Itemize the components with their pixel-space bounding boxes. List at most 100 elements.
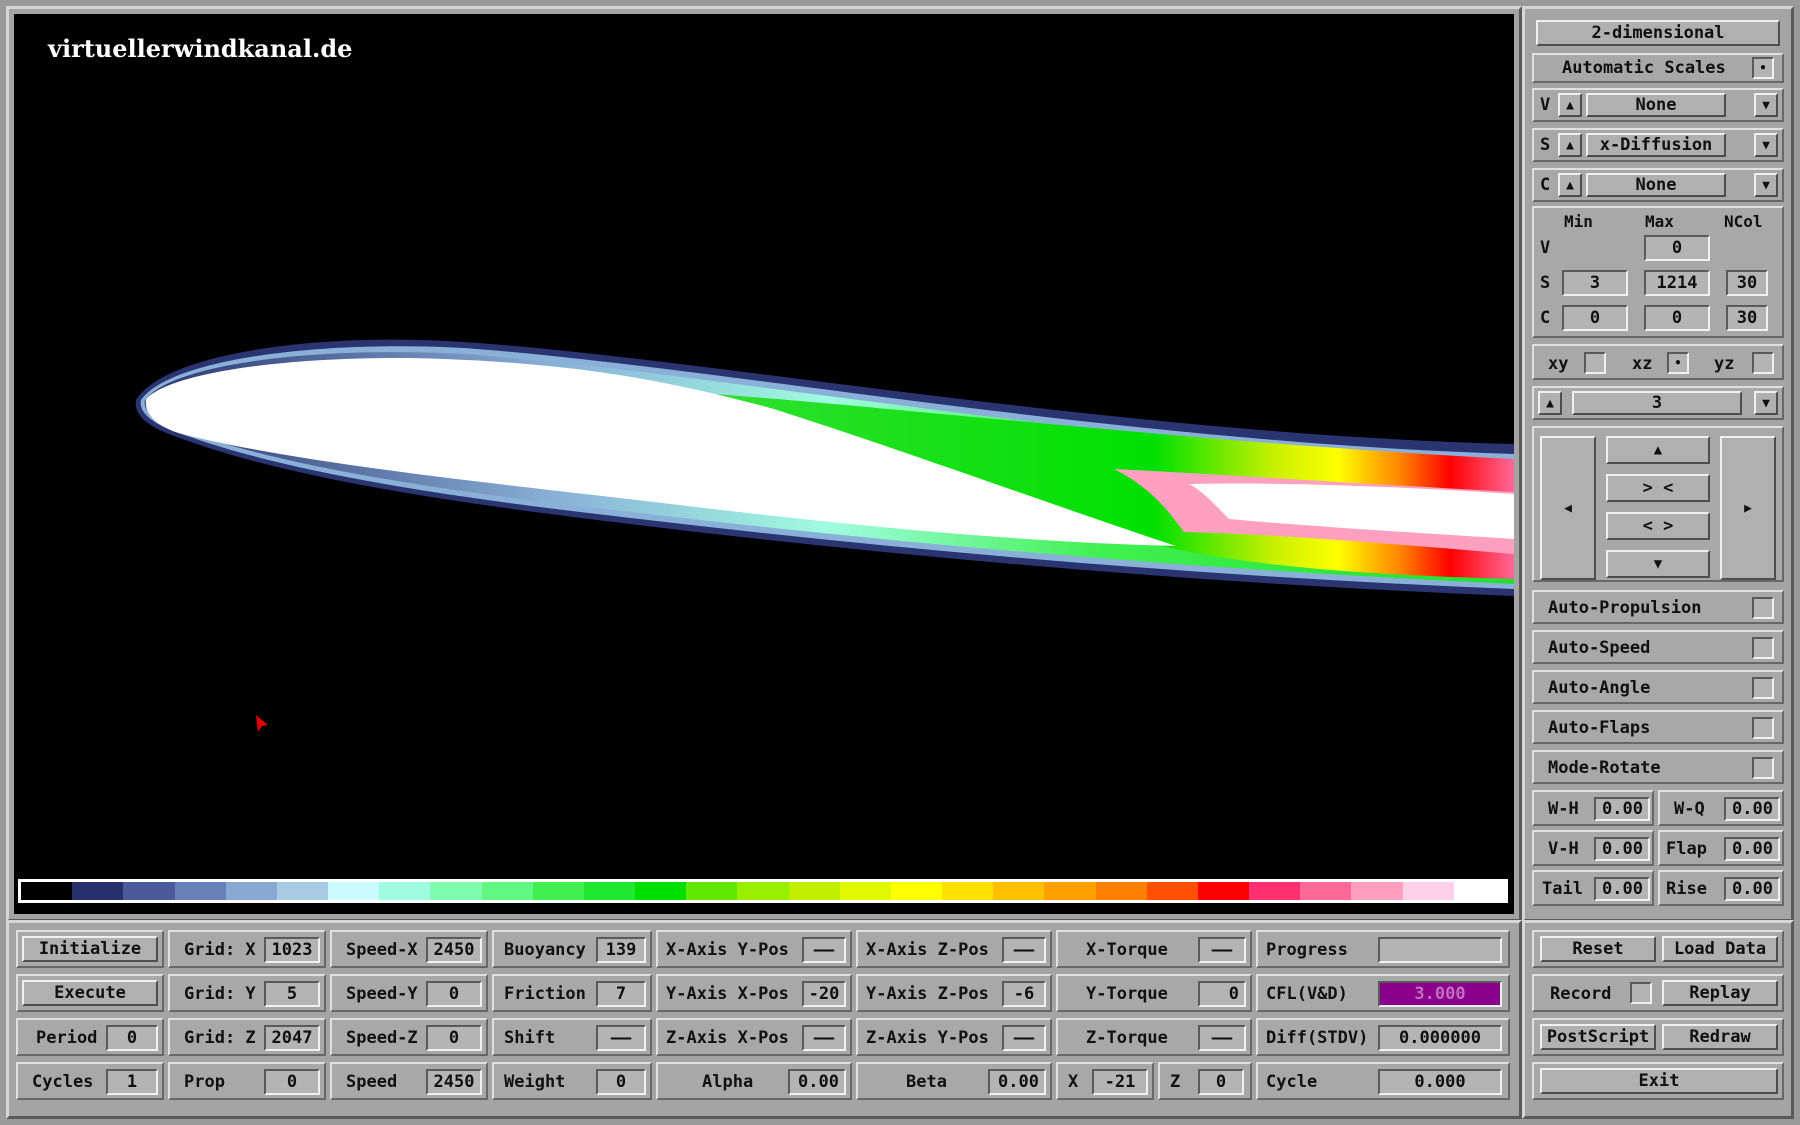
y-torque-field[interactable]: 0	[1198, 981, 1246, 1007]
selector-s-value[interactable]: x-Diffusion	[1586, 133, 1726, 157]
plane-xz-checkbox[interactable]: •	[1667, 352, 1689, 374]
slice-down-icon[interactable]: ▼	[1754, 391, 1778, 415]
range-s-min[interactable]: 3	[1562, 270, 1628, 296]
param-tail-value[interactable]: 0.00	[1594, 877, 1650, 901]
load-data-button[interactable]: Load Data	[1662, 936, 1778, 962]
toggle-auto-flaps-checkbox[interactable]	[1752, 717, 1774, 739]
cycle-group: Cycle 0.000	[1256, 1062, 1510, 1100]
prop-field[interactable]: 0	[264, 1069, 320, 1095]
postscript-button[interactable]: PostScript	[1540, 1024, 1656, 1050]
selector-c-up-icon[interactable]: ▲	[1558, 173, 1582, 197]
pan-up-icon[interactable]: ▲	[1606, 436, 1710, 464]
param-wq-value[interactable]: 0.00	[1724, 797, 1780, 821]
zaxis-ypos-field[interactable]: ——	[1002, 1025, 1046, 1051]
weight-field[interactable]: 0	[596, 1069, 646, 1095]
selector-v: V ▲ None ▼	[1532, 88, 1784, 122]
toggle-auto-angle-checkbox[interactable]	[1752, 677, 1774, 699]
xaxis-zpos-field[interactable]: ——	[1002, 937, 1046, 963]
progress-bar	[1378, 937, 1502, 963]
speed-y-field[interactable]: 0	[426, 981, 482, 1007]
x-coord-field[interactable]: -21	[1092, 1069, 1148, 1095]
auto-scales-checkbox[interactable]: •	[1752, 57, 1774, 79]
speed-z-field[interactable]: 0	[426, 1025, 482, 1051]
range-c-ncol[interactable]: 30	[1726, 305, 1768, 331]
selector-c-value[interactable]: None	[1586, 173, 1726, 197]
selector-v-up-icon[interactable]: ▲	[1558, 93, 1582, 117]
cfl-field[interactable]: 3.000	[1378, 981, 1502, 1007]
range-c-max[interactable]: 0	[1644, 305, 1710, 331]
range-c-min[interactable]: 0	[1562, 305, 1628, 331]
zaxis-xpos-field[interactable]: ——	[802, 1025, 846, 1051]
redraw-button[interactable]: Redraw	[1662, 1024, 1778, 1050]
color-swatch	[890, 882, 943, 900]
initialize-button[interactable]: Initialize	[22, 936, 158, 962]
exit-button[interactable]: Exit	[1540, 1068, 1778, 1094]
speed-group: Speed 2450	[330, 1062, 488, 1100]
simulation-viewport[interactable]: virtuellerwindkanal.de	[14, 14, 1514, 914]
shift-field[interactable]: ——	[596, 1025, 646, 1051]
grid-x-field[interactable]: 1023	[264, 937, 320, 963]
slice-up-icon[interactable]: ▲	[1538, 391, 1562, 415]
range-s-ncol[interactable]: 30	[1726, 270, 1768, 296]
shift-group: Shift ——	[492, 1018, 652, 1056]
xaxis-ypos-field[interactable]: ——	[802, 937, 846, 963]
color-swatch	[276, 882, 329, 900]
yaxis-zpos-label: Y-Axis Z-Pos	[866, 984, 989, 1004]
color-swatch	[1351, 882, 1403, 900]
reset-button[interactable]: Reset	[1540, 936, 1656, 962]
buoyancy-field[interactable]: 139	[596, 937, 646, 963]
param-wh-label: W-H	[1548, 799, 1579, 819]
param-vh-value[interactable]: 0.00	[1594, 837, 1650, 861]
toggle-mode-rotate-checkbox[interactable]	[1752, 757, 1774, 779]
range-s-max[interactable]: 1214	[1644, 270, 1710, 296]
selector-c-down-icon[interactable]: ▼	[1754, 173, 1778, 197]
speed-x-field[interactable]: 2450	[426, 937, 482, 963]
param-wh-value[interactable]: 0.00	[1594, 797, 1650, 821]
slice-value[interactable]: 3	[1572, 391, 1742, 415]
param-flap-value[interactable]: 0.00	[1724, 837, 1780, 861]
param-rise-value[interactable]: 0.00	[1724, 877, 1780, 901]
yaxis-zpos-field[interactable]: -6	[1002, 981, 1046, 1007]
zoom-in-button[interactable]: > <	[1606, 474, 1710, 502]
toggle-auto-propulsion-checkbox[interactable]	[1752, 597, 1774, 619]
speed-label: Speed	[346, 1072, 398, 1092]
replay-button[interactable]: Replay	[1662, 980, 1778, 1006]
selector-v-down-icon[interactable]: ▼	[1754, 93, 1778, 117]
plane-xy-checkbox[interactable]	[1584, 352, 1606, 374]
x-torque-group: X-Torque ——	[1056, 930, 1252, 968]
selector-s-down-icon[interactable]: ▼	[1754, 133, 1778, 157]
cycles-field[interactable]: 1	[106, 1069, 158, 1095]
period-field[interactable]: 0	[106, 1025, 158, 1051]
plane-yz-checkbox[interactable]	[1752, 352, 1774, 374]
pan-right-icon[interactable]: ▶	[1720, 436, 1776, 580]
selector-v-value[interactable]: None	[1586, 93, 1726, 117]
toggle-auto-speed-checkbox[interactable]	[1752, 637, 1774, 659]
alpha-field[interactable]: 0.00	[788, 1069, 846, 1095]
beta-field[interactable]: 0.00	[988, 1069, 1046, 1095]
diff-field[interactable]: 0.000000	[1378, 1025, 1502, 1051]
yaxis-xpos-field[interactable]: -20	[802, 981, 846, 1007]
pan-left-icon[interactable]: ◀	[1540, 436, 1596, 580]
z-coord-field[interactable]: 0	[1198, 1069, 1244, 1095]
execute-button[interactable]: Execute	[22, 980, 158, 1006]
toggle-auto-propulsion: Auto-Propulsion	[1532, 590, 1784, 624]
beta-label: Beta	[906, 1072, 947, 1092]
speed-z-group: Speed-Z 0	[330, 1018, 488, 1056]
friction-field[interactable]: 7	[596, 981, 646, 1007]
selector-s-up-icon[interactable]: ▲	[1558, 133, 1582, 157]
grid-y-field[interactable]: 5	[264, 981, 320, 1007]
record-checkbox[interactable]	[1630, 982, 1652, 1004]
z-torque-field[interactable]: ——	[1198, 1025, 1246, 1051]
range-v-max[interactable]: 0	[1644, 235, 1710, 261]
x-torque-field[interactable]: ——	[1198, 937, 1246, 963]
toggle-auto-speed: Auto-Speed	[1532, 630, 1784, 664]
zaxis-ypos-group: Z-Axis Y-Pos ——	[856, 1018, 1052, 1056]
pan-down-icon[interactable]: ▼	[1606, 550, 1710, 578]
dimension-mode-button[interactable]: 2-dimensional	[1536, 20, 1780, 46]
speed-field[interactable]: 2450	[426, 1069, 482, 1095]
param-rise: Rise 0.00	[1658, 870, 1784, 906]
cycle-field[interactable]: 0.000	[1378, 1069, 1502, 1095]
grid-z-field[interactable]: 2047	[264, 1025, 320, 1051]
buoyancy-group: Buoyancy 139	[492, 930, 652, 968]
zoom-out-button[interactable]: < >	[1606, 512, 1710, 540]
